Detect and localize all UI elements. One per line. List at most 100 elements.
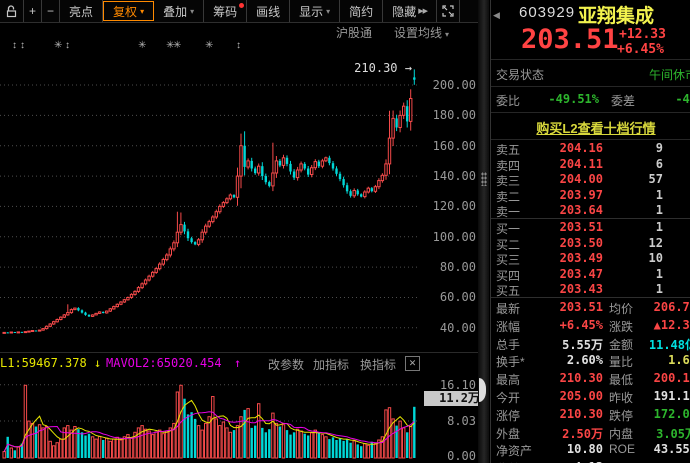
stat-row: 净资产10.80ROE43.55% xyxy=(491,440,690,458)
stats-grid: 最新203.51均价206.77涨幅+6.45%涨跌▲12.33总手5.55万金… xyxy=(491,298,690,463)
close-icon[interactable]: ✕ xyxy=(405,356,420,371)
stat-row: 总手5.55万金额11.48亿 xyxy=(491,334,690,352)
updown-marker-icon: ↕ xyxy=(20,40,25,51)
stat-value: 191.18 xyxy=(609,389,690,403)
stock-app-window: +−亮点复权▾叠加▾筹码画线显示▾简约隐藏▶▶ 沪股通 设置均线▾ ↕↕✳↕✳✳… xyxy=(0,0,690,463)
zoom-in-label: + xyxy=(29,4,36,18)
stat-value: 2.50万 xyxy=(529,425,603,442)
trade-status-row: 交易状态 午间休市 xyxy=(491,60,690,87)
order-book-row[interactable]: 卖二203.971 xyxy=(491,187,690,203)
display-button[interactable]: 显示▾ xyxy=(290,0,340,22)
stat-row: 收益(TTM)4.13 xyxy=(491,458,690,463)
mavol2-value: MAVOL2:65020.454 xyxy=(106,356,222,370)
order-book-row[interactable]: 卖一203.641 xyxy=(491,202,690,218)
highlight-button[interactable]: 亮点 xyxy=(60,0,103,22)
buy-l2-link[interactable]: 购买L2查看十档行情 xyxy=(536,118,655,137)
order-book: 卖五204.169卖四204.116卖三204.0057卖二203.971卖一2… xyxy=(491,140,690,298)
volume-chart[interactable] xyxy=(0,370,420,460)
overlay-label: 叠加 xyxy=(163,3,187,20)
collapse-left-icon[interactable]: ◀ xyxy=(493,10,500,21)
order-book-row[interactable]: 卖五204.169 xyxy=(491,140,690,156)
order-quantity: 1 xyxy=(609,267,663,281)
draw-line-label: 画线 xyxy=(256,3,280,20)
order-book-row[interactable]: 卖四204.116 xyxy=(491,156,690,172)
arrow-down-icon: ↓ xyxy=(94,356,101,370)
stat-row: 最高210.30最低200.18 xyxy=(491,369,690,387)
order-book-row[interactable]: 买二203.5012 xyxy=(491,235,690,251)
order-quantity: 57 xyxy=(609,172,663,186)
trade-status-label: 交易状态 xyxy=(496,66,544,83)
divider-grip-icon[interactable] xyxy=(481,172,487,186)
current-volume-badge: 11.2万 xyxy=(424,391,482,406)
price-tick-label: 200.00 xyxy=(420,78,476,92)
stat-label: 总手 xyxy=(496,336,520,353)
hide-button[interactable]: 隐藏▶▶ xyxy=(383,0,437,22)
price-tick-label: 140.00 xyxy=(420,169,476,183)
overlay-button[interactable]: 叠加▾ xyxy=(154,0,204,22)
stat-value: 210.30 xyxy=(529,407,603,421)
stat-value: 172.06 xyxy=(609,407,690,421)
red-dot-badge xyxy=(239,3,244,8)
order-book-row[interactable]: 买五203.431 xyxy=(491,281,690,297)
hugutong-tag: 沪股通 xyxy=(336,24,372,41)
weibi-row: 委比 -49.51% 委差 -48 xyxy=(491,87,690,113)
stat-label: 净资产 xyxy=(496,442,532,459)
order-book-row[interactable]: 卖三204.0057 xyxy=(491,171,690,187)
asterisk-marker-icon: ✳ xyxy=(205,40,213,51)
order-price: 203.50 xyxy=(531,236,603,250)
stat-value: 11.48亿 xyxy=(609,336,690,353)
high-price-annotation: 210.30 → xyxy=(350,61,412,75)
order-price: 204.16 xyxy=(531,141,603,155)
zoom-out-button[interactable]: − xyxy=(42,0,60,22)
candlestick-chart[interactable] xyxy=(0,55,420,352)
chart-toolbar: +−亮点复权▾叠加▾筹码画线显示▾简约隐藏▶▶ xyxy=(0,0,489,23)
asterisk-marker-icon: ✳ xyxy=(54,40,62,51)
price-tick-label: 60.00 xyxy=(420,290,476,304)
event-marker-row: ↕↕✳↕✳✳✳✳↕ xyxy=(0,40,420,54)
fuquan-label: 复权 xyxy=(113,3,137,20)
zoom-out-label: − xyxy=(47,4,54,18)
quote-panel: ◀ 603929 亚翔集成 203.51 +12.33 +6.45% 交易状态 … xyxy=(490,0,690,463)
draw-line-button[interactable]: 画线 xyxy=(247,0,290,22)
chevron-down-icon: ▾ xyxy=(140,7,144,16)
stat-label: 外盘 xyxy=(496,425,520,442)
order-book-row[interactable]: 买一203.511 xyxy=(491,218,690,235)
trade-status-value: 午间休市 xyxy=(597,66,690,83)
price-change: +12.33 xyxy=(619,27,666,42)
order-level-label: 买五 xyxy=(496,282,520,299)
fuquan-button[interactable]: 复权▾ xyxy=(103,1,154,21)
weicha-value: -48 xyxy=(641,92,690,106)
pane-separator xyxy=(0,352,489,353)
stat-value: 200.18 xyxy=(609,371,690,385)
stat-value: 10.80 xyxy=(529,442,603,456)
stat-row: 涨停210.30跌停172.06 xyxy=(491,405,690,423)
last-price: 203.51 xyxy=(521,24,619,55)
order-quantity: 1 xyxy=(609,188,663,202)
stat-row: 涨幅+6.45%涨跌▲12.33 xyxy=(491,316,690,334)
simple-button[interactable]: 简约 xyxy=(340,0,383,22)
stat-label: 换手* xyxy=(496,353,525,370)
chips-button[interactable]: 筹码 xyxy=(204,0,247,22)
stat-value: 5.55万 xyxy=(529,336,603,353)
l2-promo-row: 购买L2查看十档行情 xyxy=(491,113,690,140)
chevron-down-icon: ▾ xyxy=(190,7,194,16)
order-price: 204.00 xyxy=(531,172,603,186)
stat-value: +6.45% xyxy=(529,318,603,332)
order-quantity: 1 xyxy=(609,282,663,296)
zoom-in-button[interactable]: + xyxy=(24,0,42,22)
set-ma-button[interactable]: 设置均线▾ xyxy=(394,24,449,41)
stat-label: 最新 xyxy=(496,300,520,317)
order-book-row[interactable]: 买四203.471 xyxy=(491,266,690,282)
display-label: 显示 xyxy=(299,3,323,20)
chevron-down-icon: ▾ xyxy=(445,30,449,39)
stat-value: ▲12.33 xyxy=(609,318,690,332)
lock-button[interactable] xyxy=(0,0,24,22)
fullscreen-icon xyxy=(442,5,454,17)
order-quantity: 1 xyxy=(609,203,663,217)
volume-tick-label: 16.10 xyxy=(420,378,476,392)
stat-row: 最新203.51均价206.77 xyxy=(491,298,690,316)
chevron-down-icon: ▾ xyxy=(326,7,330,16)
fullscreen-button[interactable] xyxy=(437,0,460,22)
asterisk-marker-icon: ✳ xyxy=(138,40,146,51)
order-book-row[interactable]: 买三203.4910 xyxy=(491,250,690,266)
